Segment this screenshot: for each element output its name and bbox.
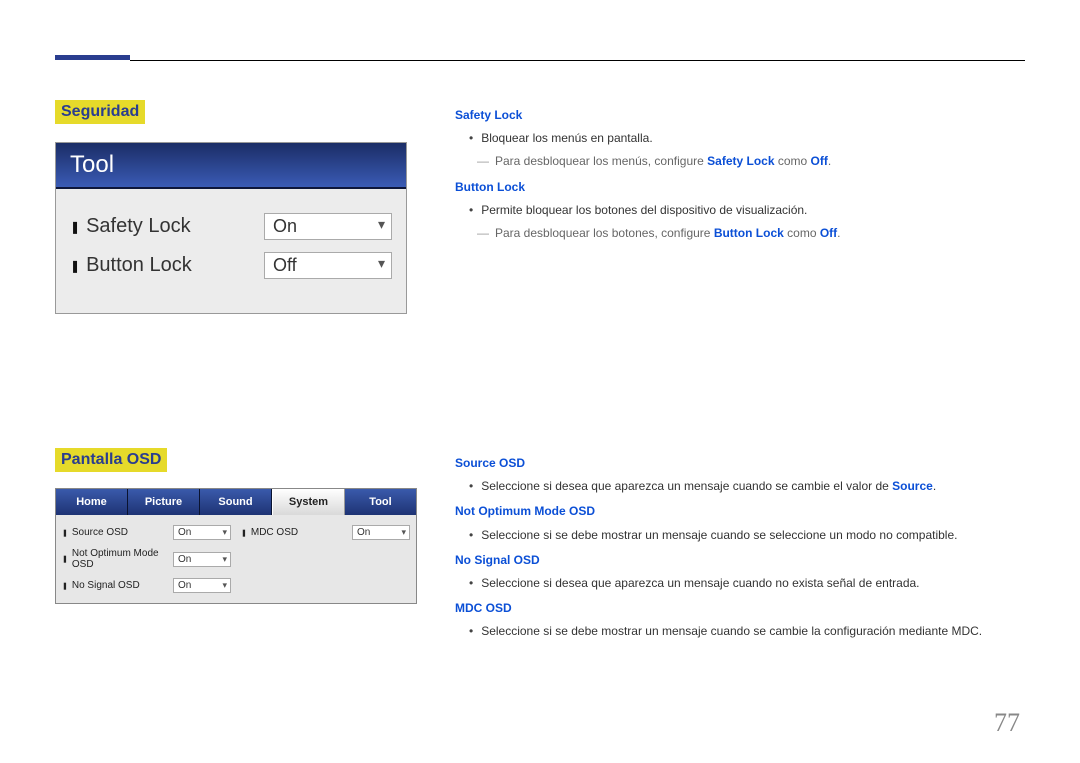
pantalla-right-column: Source OSD Seleccione si desea que apare…: [455, 448, 1020, 646]
source-osd-subhead: Source OSD: [455, 454, 1020, 473]
button-lock-note: Para desbloquear los botones, configure …: [477, 224, 1020, 243]
osd-tab-picture[interactable]: Picture: [128, 489, 200, 515]
button-lock-label: Button Lock: [70, 254, 264, 277]
tool-row-safety-lock: Safety Lock On: [70, 213, 392, 240]
osd-tab-bar: Home Picture Sound System Tool: [56, 489, 416, 515]
header-accent-bar: [55, 55, 130, 60]
tool-row-button-lock: Button Lock Off: [70, 252, 392, 279]
page-number: 77: [994, 708, 1020, 738]
pantalla-left-column: Pantalla OSD Home Picture Sound System T…: [55, 448, 425, 604]
source-osd-label: Source OSD: [62, 527, 173, 538]
osd-ui-screenshot: Home Picture Sound System Tool Source OS…: [55, 488, 417, 604]
button-lock-subhead: Button Lock: [455, 178, 1020, 197]
osd-row-mdc-osd: MDC OSD On: [241, 521, 410, 544]
mdc-osd-label: MDC OSD: [241, 527, 352, 538]
no-signal-label: No Signal OSD: [62, 580, 173, 591]
osd-tab-system[interactable]: System: [272, 489, 345, 515]
not-optimum-label: Not Optimum Mode OSD: [62, 548, 173, 570]
safety-lock-bullet: Bloquear los menús en pantalla.: [469, 129, 1020, 148]
pantalla-heading: Pantalla OSD: [55, 448, 167, 472]
header-rule: [130, 60, 1025, 61]
not-optimum-subhead: Not Optimum Mode OSD: [455, 502, 1020, 521]
safety-lock-subhead: Safety Lock: [455, 106, 1020, 125]
osd-row-no-signal: No Signal OSD On: [62, 574, 231, 597]
osd-left-col: Source OSD On Not Optimum Mode OSD On No…: [62, 521, 231, 597]
safety-lock-note: Para desbloquear los menús, configure Sa…: [477, 152, 1020, 171]
no-signal-bullet: Seleccione si desea que aparezca un mens…: [469, 574, 1020, 593]
seguridad-left-column: Seguridad Tool Safety Lock On Button Loc…: [55, 100, 425, 314]
source-osd-dropdown[interactable]: On: [173, 525, 231, 540]
osd-tab-tool[interactable]: Tool: [345, 489, 416, 515]
mdc-osd-dropdown[interactable]: On: [352, 525, 410, 540]
button-lock-bullet: Permite bloquear los botones del disposi…: [469, 201, 1020, 220]
osd-row-source-osd: Source OSD On: [62, 521, 231, 544]
osd-tab-sound[interactable]: Sound: [200, 489, 272, 515]
safety-lock-label: Safety Lock: [70, 215, 264, 238]
seguridad-heading: Seguridad: [55, 100, 145, 124]
no-signal-dropdown[interactable]: On: [173, 578, 231, 593]
button-lock-dropdown[interactable]: Off: [264, 252, 392, 279]
tool-ui-screenshot: Tool Safety Lock On Button Lock Off: [55, 142, 407, 314]
source-osd-bullet: Seleccione si desea que aparezca un mens…: [469, 477, 1020, 496]
no-signal-subhead: No Signal OSD: [455, 551, 1020, 570]
safety-lock-dropdown[interactable]: On: [264, 213, 392, 240]
tool-ui-title: Tool: [56, 143, 406, 189]
osd-right-col: MDC OSD On: [241, 521, 410, 597]
osd-row-not-optimum: Not Optimum Mode OSD On: [62, 544, 231, 574]
osd-tab-home[interactable]: Home: [56, 489, 128, 515]
mdc-osd-subhead: MDC OSD: [455, 599, 1020, 618]
not-optimum-dropdown[interactable]: On: [173, 552, 231, 567]
mdc-osd-bullet: Seleccione si se debe mostrar un mensaje…: [469, 622, 1020, 641]
not-optimum-bullet: Seleccione si se debe mostrar un mensaje…: [469, 526, 1020, 545]
seguridad-right-column: Safety Lock Bloquear los menús en pantal…: [455, 100, 1020, 247]
